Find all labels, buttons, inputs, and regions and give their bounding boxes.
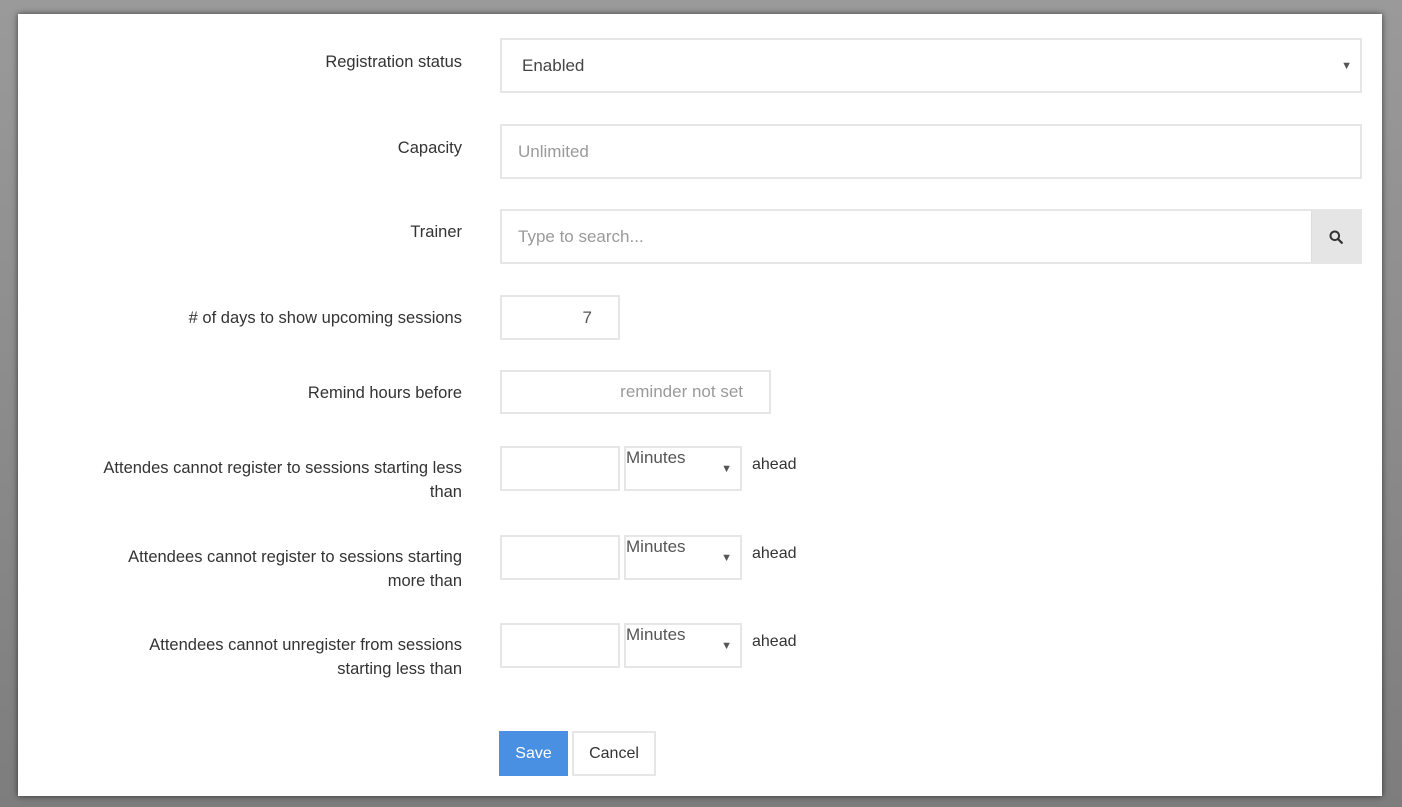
cancel-button[interactable]: Cancel — [572, 731, 656, 776]
register-more-than-suffix: ahead — [752, 545, 797, 562]
register-more-than-unit-select[interactable]: Minutes ▼ — [624, 535, 742, 580]
capacity-row: Capacity Unlimited — [18, 124, 1382, 190]
register-more-than-unit-value: Minutes — [626, 537, 686, 556]
registration-status-select[interactable]: Enabled ▼ — [500, 38, 1362, 93]
chevron-down-icon: ▼ — [721, 462, 732, 475]
search-icon — [1329, 230, 1343, 244]
days-upcoming-value: 7 — [582, 307, 592, 327]
unregister-less-than-input[interactable] — [500, 623, 620, 668]
remind-hours-placeholder: reminder not set — [620, 382, 743, 401]
register-more-than-label: Attendees cannot register to sessions st… — [22, 545, 462, 593]
trainer-row: Trainer Type to search... — [18, 209, 1382, 276]
window-frame: Registration status Enabled ▼ Capacity U… — [0, 0, 1402, 807]
capacity-placeholder: Unlimited — [518, 141, 589, 161]
unregister-less-than-row: Attendees cannot unregister from session… — [18, 623, 1382, 693]
register-less-than-row: Attendes cannot register to sessions sta… — [18, 446, 1382, 516]
chevron-down-icon: ▼ — [1341, 59, 1352, 72]
registration-status-row: Registration status Enabled ▼ — [18, 38, 1382, 104]
chevron-down-icon: ▼ — [721, 639, 732, 652]
trainer-search-button[interactable] — [1311, 211, 1360, 262]
remind-hours-input[interactable]: reminder not set — [500, 370, 771, 414]
registration-status-value: Enabled — [522, 55, 585, 75]
register-less-than-label-line2: than — [429, 483, 462, 501]
days-upcoming-label: # of days to show upcoming sessions — [188, 309, 462, 327]
registration-status-label: Registration status — [325, 53, 462, 71]
unregister-less-than-label-line1: Attendees cannot unregister from session… — [149, 636, 462, 654]
register-less-than-input[interactable] — [500, 446, 620, 491]
register-less-than-label: Attendes cannot register to sessions sta… — [22, 456, 462, 504]
trainer-search-placeholder: Type to search... — [518, 226, 644, 246]
register-more-than-input[interactable] — [500, 535, 620, 580]
register-less-than-label-line1: Attendes cannot register to sessions sta… — [103, 459, 462, 477]
register-less-than-unit-select[interactable]: Minutes ▼ — [624, 446, 742, 491]
chevron-down-icon: ▼ — [721, 551, 732, 564]
register-more-than-label-line1: Attendees cannot register to sessions st… — [128, 548, 462, 566]
register-more-than-label-line2: more than — [387, 572, 462, 590]
remind-hours-row: Remind hours before reminder not set — [18, 370, 1382, 426]
register-more-than-row: Attendees cannot register to sessions st… — [18, 535, 1382, 605]
unregister-less-than-label-line2: starting less than — [337, 660, 462, 678]
settings-form: Registration status Enabled ▼ Capacity U… — [18, 14, 1382, 796]
register-less-than-unit-value: Minutes — [626, 448, 686, 467]
days-upcoming-row: # of days to show upcoming sessions 7 — [18, 295, 1382, 352]
trainer-label: Trainer — [410, 223, 462, 241]
unregister-less-than-label: Attendees cannot unregister from session… — [22, 633, 462, 681]
register-less-than-suffix: ahead — [752, 456, 797, 473]
trainer-search-input[interactable]: Type to search... — [500, 209, 1362, 264]
unregister-less-than-suffix: ahead — [752, 633, 797, 650]
days-upcoming-input[interactable]: 7 — [500, 295, 620, 340]
capacity-input[interactable]: Unlimited — [500, 124, 1362, 179]
capacity-label: Capacity — [397, 139, 462, 157]
remind-hours-label: Remind hours before — [307, 384, 462, 402]
unregister-less-than-unit-value: Minutes — [626, 625, 686, 644]
unregister-less-than-unit-select[interactable]: Minutes ▼ — [624, 623, 742, 668]
save-button[interactable]: Save — [499, 731, 568, 776]
